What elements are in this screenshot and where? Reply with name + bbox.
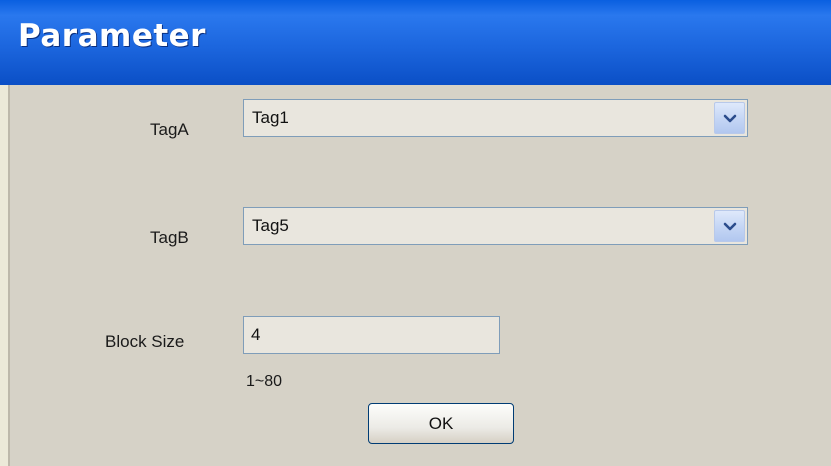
tag-b-dropdown[interactable]: Tag5 [243,207,748,245]
block-size-input[interactable]: 4 [243,316,500,354]
tag-b-label: TagB [150,228,189,247]
tag-b-dropdown-button[interactable] [714,210,745,242]
dialog-body: TagA Tag1 TagB Tag5 Block Size 4 1~80 OK [8,85,831,466]
tag-a-dropdown[interactable]: Tag1 [243,99,748,137]
chevron-down-icon [723,114,737,123]
tag-b-value: Tag5 [252,216,289,235]
block-size-value: 4 [251,325,261,344]
dialog-title: Parameter [18,18,206,54]
tag-a-value: Tag1 [252,108,289,127]
block-size-range-hint: 1~80 [246,373,283,390]
ok-button[interactable]: OK [368,403,514,444]
chevron-down-icon [723,222,737,231]
parameter-dialog: Parameter TagA Tag1 TagB Tag5 Block Size [0,0,831,466]
tag-a-label: TagA [150,120,189,139]
block-size-label: Block Size [105,332,185,351]
tag-a-dropdown-button[interactable] [714,102,745,134]
ok-button-label: OK [428,414,454,433]
title-bar[interactable]: Parameter [0,0,831,85]
